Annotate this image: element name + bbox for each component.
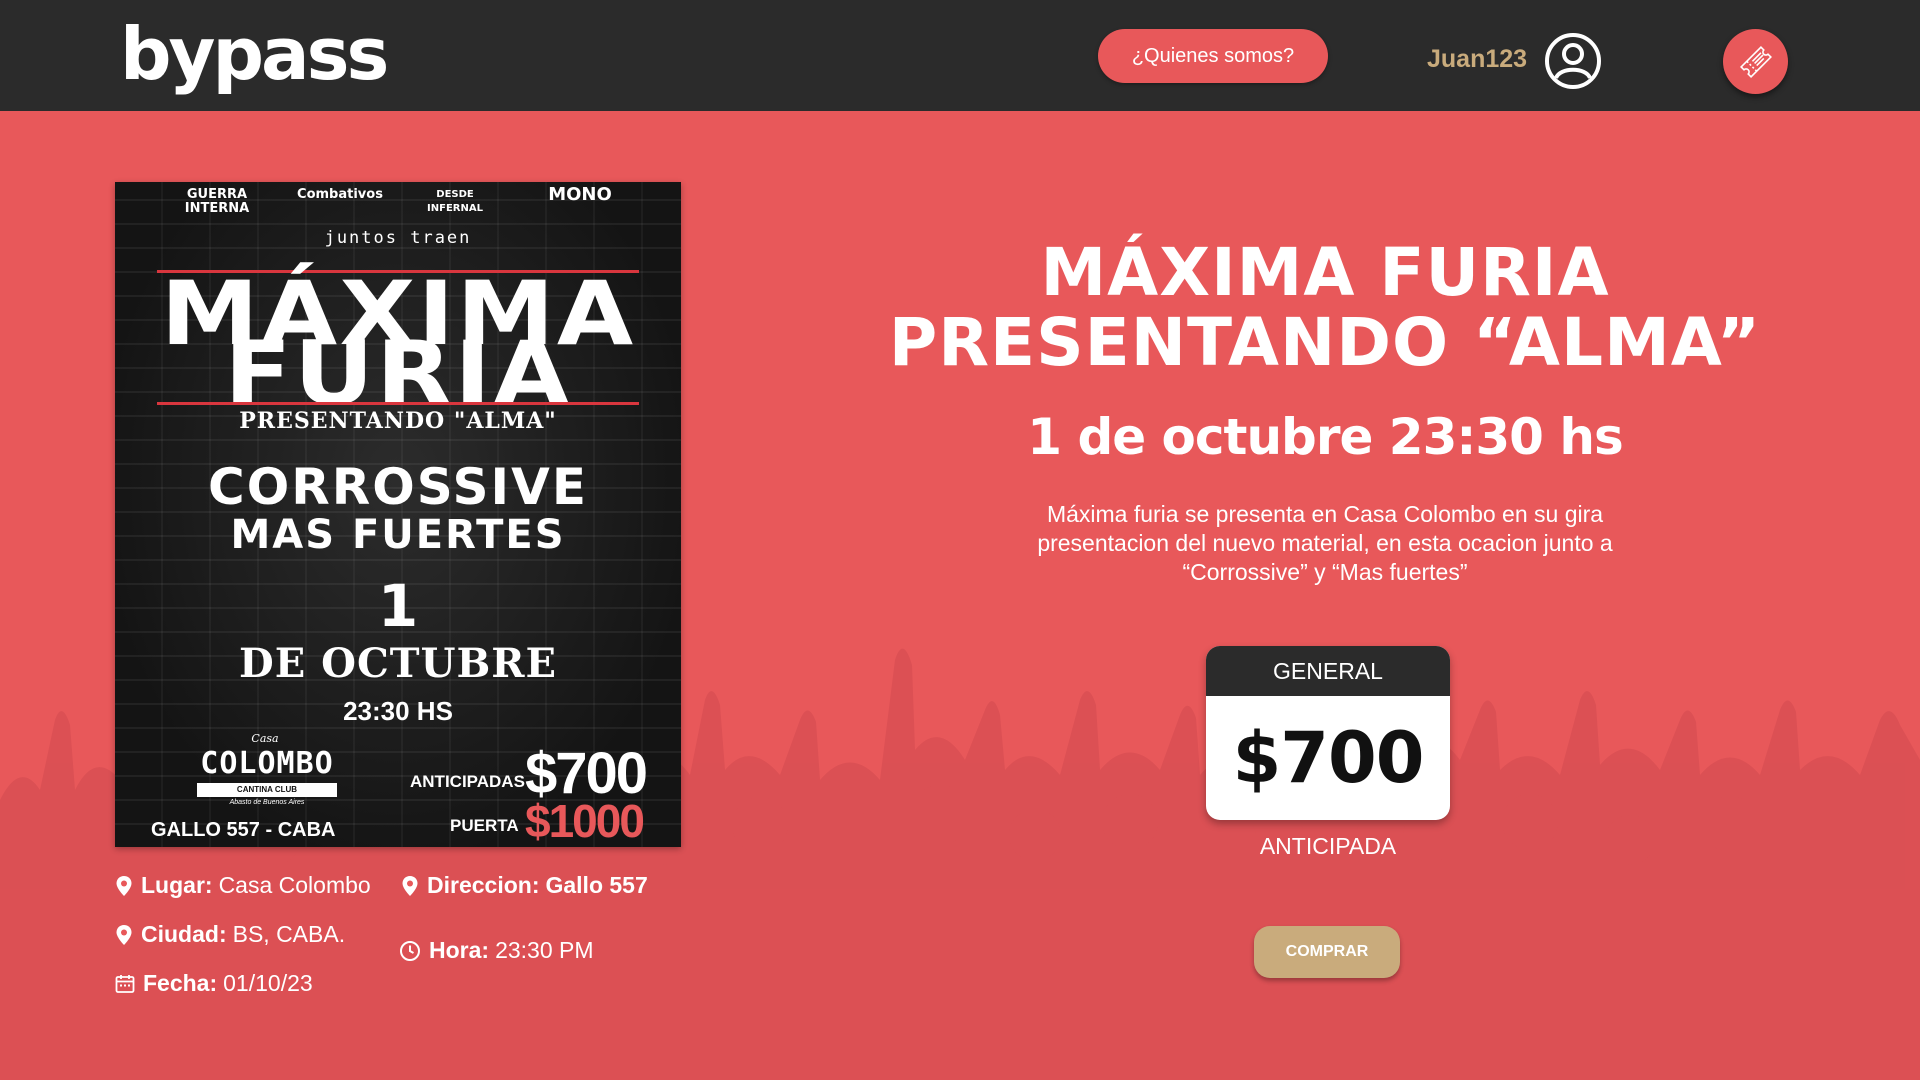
sponsor-logo: Combativos (297, 187, 383, 202)
ticket-subtitle: ANTICIPADA (1259, 833, 1397, 859)
poster-band-name: FURIA (224, 322, 572, 425)
location-pin-icon (116, 924, 132, 945)
tickets-button[interactable] (1723, 29, 1788, 94)
username-label[interactable]: Juan123 (1427, 45, 1527, 74)
poster-support-band: CORROSSIVE (208, 458, 588, 516)
info-fecha: Fecha: 01/10/23 (115, 970, 313, 997)
info-value: BS, CABA. (232, 921, 346, 947)
ticket-type: GENERAL (1206, 646, 1450, 696)
poster-support-band: MAS FUERTES (230, 512, 566, 558)
info-value: 01/10/23 (223, 970, 313, 996)
info-value: 23:30 PM (495, 937, 594, 963)
sponsor-logo: GUERRA INTERNA (184, 187, 250, 216)
ticket-icon (1739, 45, 1772, 78)
poster-month: DE OCTUBRE (239, 640, 557, 687)
info-ciudad: Ciudad: BS, CABA. (115, 921, 345, 948)
info-label: Ciudad: (141, 921, 227, 947)
clock-icon (400, 940, 420, 961)
buy-button[interactable]: COMPRAR (1254, 926, 1400, 978)
info-direccion: Direccion: Gallo 557 (401, 872, 648, 899)
poster-subtitle: PRESENTANDO "ALMA" (239, 408, 557, 434)
event-title-line: PRESENTANDO “ALMA” (888, 304, 1762, 381)
info-value: Casa Colombo (218, 872, 371, 898)
event-title-line: MÁXIMA FURIA (1040, 234, 1610, 311)
poster-venue-prefix: Casa (251, 732, 279, 745)
user-circle-icon[interactable] (1543, 31, 1603, 91)
location-pin-icon (116, 875, 132, 896)
poster-puerta-price: $1000 (525, 795, 645, 847)
info-hora: Hora: 23:30 PM (399, 937, 594, 964)
sponsor-logo: MONO (548, 184, 612, 205)
event-poster: GUERRA INTERNA Combativos DESDE INFERNAL… (115, 182, 681, 847)
info-value: Gallo 557 (545, 872, 648, 898)
poster-time: 23:30 HS (343, 696, 453, 726)
info-lugar: Lugar: Casa Colombo (115, 872, 371, 899)
poster-intro-text: juntos traen (324, 228, 472, 248)
top-navbar: bypass ¿Quienes somos? Juan123 (0, 0, 1920, 111)
event-description: Máxima furia se presenta en Casa Colombo… (1037, 501, 1613, 585)
poster-address: GALLO 557 - CABA (151, 819, 336, 841)
location-pin-icon (402, 875, 418, 896)
poster-venue-barrio: Abasto de Buenos Aires (229, 799, 305, 806)
info-label: Hora: (429, 937, 490, 963)
calendar-icon (115, 974, 135, 993)
event-title: MÁXIMA FURIA PRESENTANDO “ALMA” (780, 238, 1870, 378)
ticket-price: $700 (1232, 717, 1425, 799)
info-label: Lugar: (141, 872, 213, 898)
poster-divider (157, 402, 639, 405)
poster-venue-tag: CANTINA CLUB (197, 783, 337, 797)
event-date: 1 de octubre 23:30 hs (1027, 408, 1623, 466)
poster-venue: COLOMBO (200, 746, 334, 781)
poster-puerta-label: PUERTA (450, 816, 519, 835)
poster-anticipadas-label: ANTICIPADAS (410, 772, 525, 791)
info-label: Direccion: (427, 872, 540, 898)
poster-day: 1 (377, 572, 419, 640)
ticket-price-card: GENERAL $700 (1206, 646, 1450, 820)
info-label: Fecha: (143, 970, 218, 996)
bypass-logo[interactable]: bypass (120, 10, 389, 98)
sponsor-logo: DESDE INFERNAL (427, 189, 483, 214)
about-us-button[interactable]: ¿Quienes somos? (1098, 29, 1328, 83)
